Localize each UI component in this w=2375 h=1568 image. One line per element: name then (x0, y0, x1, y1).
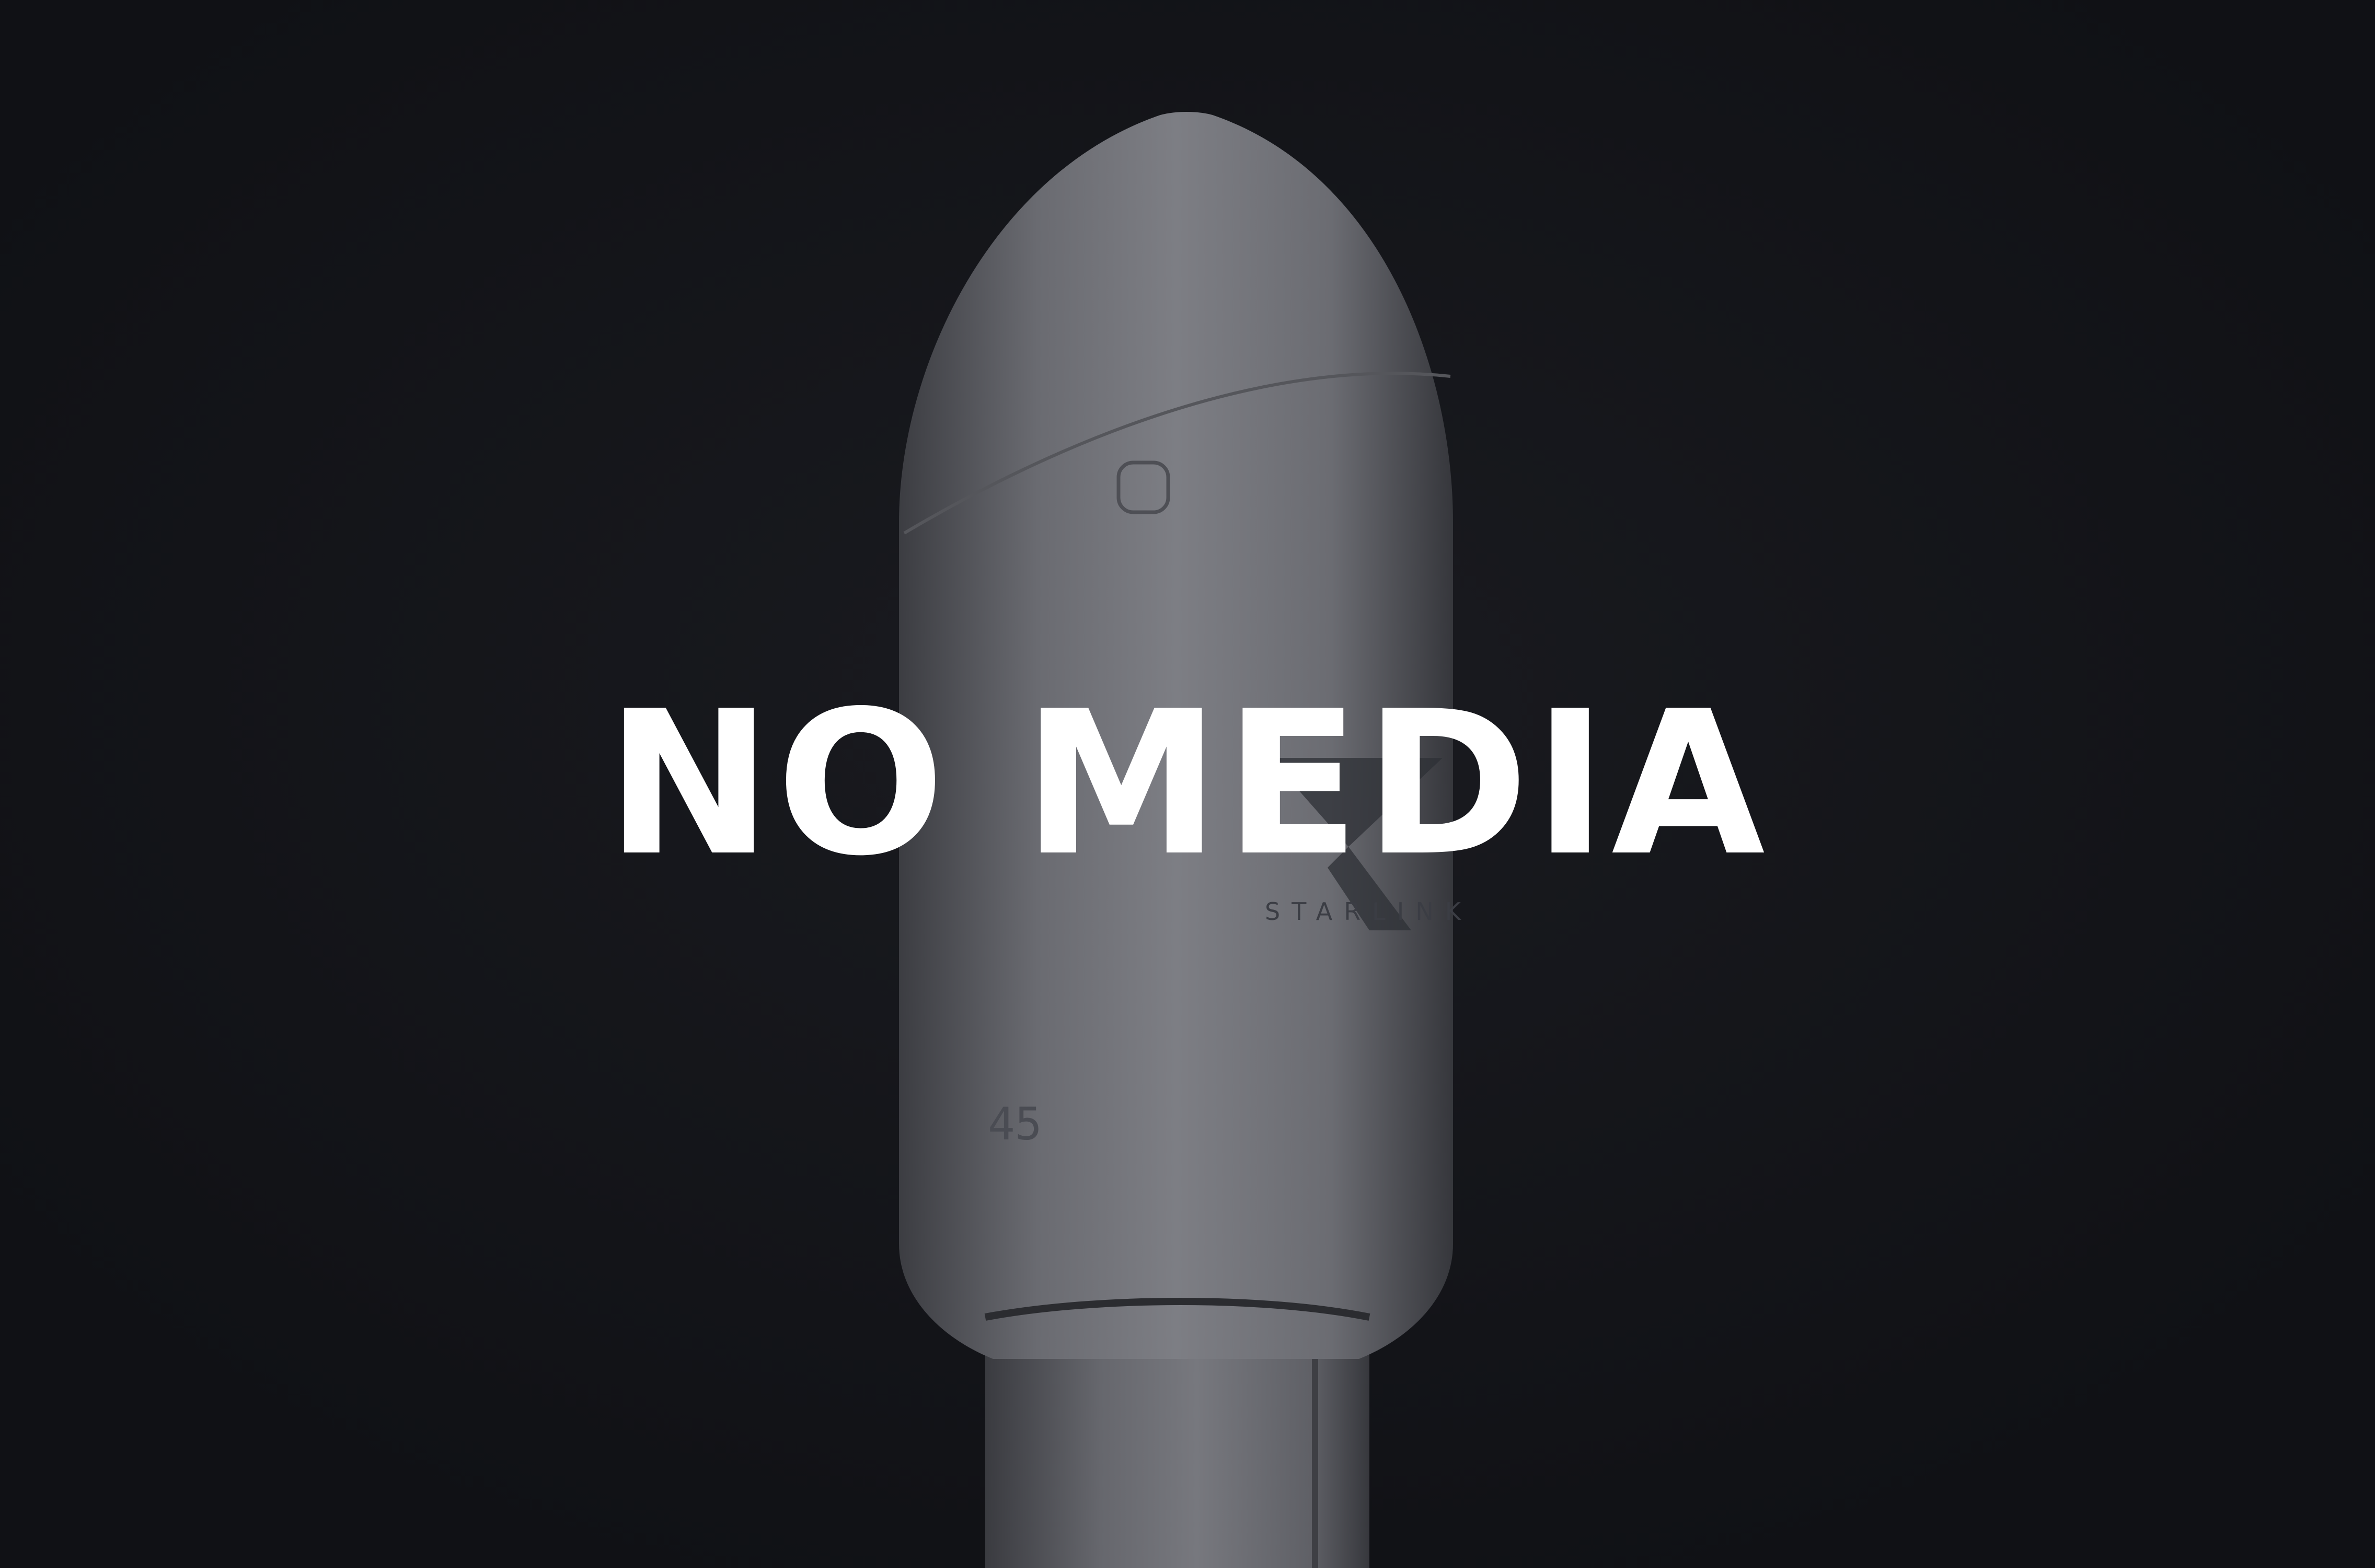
brand-text: STARLINK (1265, 897, 1472, 926)
media-viewport: STARLINK 45 NO MEDIA (0, 0, 2375, 1568)
body-seam (1312, 1348, 1318, 1568)
fairing-number: 45 (988, 1098, 1042, 1150)
no-media-placeholder: NO MEDIA (606, 668, 1769, 900)
